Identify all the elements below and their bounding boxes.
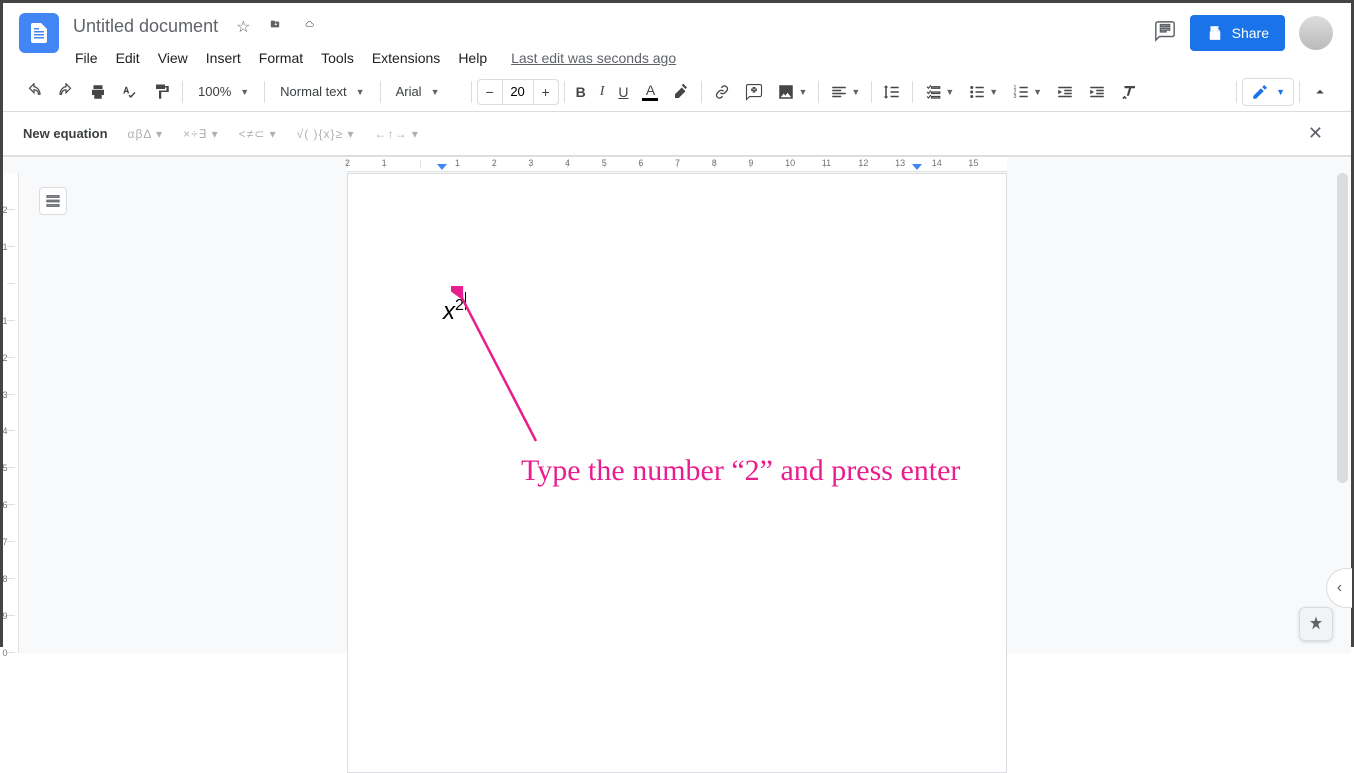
hide-menus-button[interactable] (1305, 78, 1335, 106)
equation-display[interactable]: x2 (443, 292, 466, 326)
menu-help[interactable]: Help (450, 46, 495, 70)
misc-ops-dropdown[interactable]: ×÷∃ ▾ (183, 127, 219, 141)
new-equation-button[interactable]: New equation (23, 126, 108, 141)
text-color-button[interactable]: A (636, 78, 664, 106)
underline-button[interactable]: U (612, 79, 634, 105)
move-icon[interactable] (262, 11, 288, 42)
vertical-ruler[interactable]: 211234567890 (3, 173, 19, 653)
side-panel-toggle[interactable]: ‹ (1326, 568, 1352, 608)
text-cursor (465, 292, 466, 310)
menu-format[interactable]: Format (251, 46, 311, 70)
comments-icon[interactable] (1154, 20, 1176, 47)
last-edit-link[interactable]: Last edit was seconds ago (503, 46, 684, 70)
editing-mode-button[interactable]: ▼ (1242, 78, 1294, 106)
zoom-dropdown[interactable]: 100%▼ (188, 84, 259, 99)
greek-letters-dropdown[interactable]: αβΔ ▾ (128, 127, 164, 141)
redo-button[interactable] (51, 78, 81, 106)
document-workspace: 21123456789101112131415 211234567890 x2 … (3, 156, 1351, 653)
relations-dropdown[interactable]: <≠⊂ ▾ (239, 127, 277, 141)
add-comment-button[interactable] (739, 78, 769, 106)
undo-button[interactable] (19, 78, 49, 106)
share-label: Share (1232, 25, 1269, 41)
docs-logo[interactable] (19, 13, 59, 53)
styles-dropdown[interactable]: Normal text▼ (270, 84, 374, 99)
instruction-annotation: Type the number “2” and press enter (521, 454, 960, 488)
share-button[interactable]: Share (1190, 15, 1285, 51)
arrows-dropdown[interactable]: ←↑→ ▾ (375, 127, 419, 141)
equation-exponent: 2 (455, 297, 464, 314)
star-icon[interactable]: ☆ (232, 13, 254, 41)
highlight-button[interactable] (666, 78, 696, 106)
decrease-indent-button[interactable] (1050, 78, 1080, 106)
numbered-list-button[interactable]: 123▼ (1006, 78, 1048, 106)
line-spacing-button[interactable] (877, 78, 907, 106)
font-size-decrease[interactable]: − (478, 80, 502, 104)
close-equation-bar-button[interactable]: ✕ (1300, 119, 1331, 148)
bulleted-list-button[interactable]: ▼ (962, 78, 1004, 106)
outline-button[interactable] (39, 187, 67, 215)
font-size-input[interactable]: 20 (502, 80, 534, 104)
equation-base: x (443, 298, 455, 325)
font-dropdown[interactable]: Arial▼ (386, 84, 466, 99)
font-size-increase[interactable]: + (534, 80, 558, 104)
explore-button[interactable] (1299, 607, 1333, 641)
spellcheck-button[interactable] (115, 78, 145, 106)
main-toolbar: 100%▼ Normal text▼ Arial▼ − 20 + B I U A… (3, 72, 1351, 112)
menu-edit[interactable]: Edit (108, 46, 148, 70)
checklist-button[interactable]: ▼ (918, 78, 960, 106)
user-avatar[interactable] (1299, 16, 1333, 50)
italic-button[interactable]: I (594, 79, 611, 105)
increase-indent-button[interactable] (1082, 78, 1112, 106)
math-ops-dropdown[interactable]: √( ){x}≥ ▾ (297, 127, 355, 141)
bold-button[interactable]: B (570, 79, 592, 105)
cloud-status-icon[interactable] (296, 11, 322, 42)
equation-toolbar: New equation αβΔ ▾ ×÷∃ ▾ <≠⊂ ▾ √( ){x}≥ … (3, 112, 1351, 156)
align-button[interactable]: ▼ (824, 78, 866, 106)
doc-title[interactable]: Untitled document (67, 14, 224, 39)
font-size-control: − 20 + (477, 79, 559, 105)
document-page[interactable]: x2 Type the number “2” and press enter (347, 173, 1007, 773)
svg-text:3: 3 (1014, 94, 1017, 100)
horizontal-ruler[interactable]: 21123456789101112131415 (347, 157, 1007, 172)
paint-format-button[interactable] (147, 78, 177, 106)
menu-tools[interactable]: Tools (313, 46, 362, 70)
menu-file[interactable]: File (67, 46, 106, 70)
menu-extensions[interactable]: Extensions (364, 46, 448, 70)
print-button[interactable] (83, 78, 113, 106)
menu-insert[interactable]: Insert (198, 46, 249, 70)
menu-view[interactable]: View (150, 46, 196, 70)
insert-link-button[interactable] (707, 78, 737, 106)
clear-formatting-button[interactable] (1114, 78, 1144, 106)
insert-image-button[interactable]: ▼ (771, 78, 813, 106)
vertical-scrollbar[interactable] (1337, 173, 1348, 483)
